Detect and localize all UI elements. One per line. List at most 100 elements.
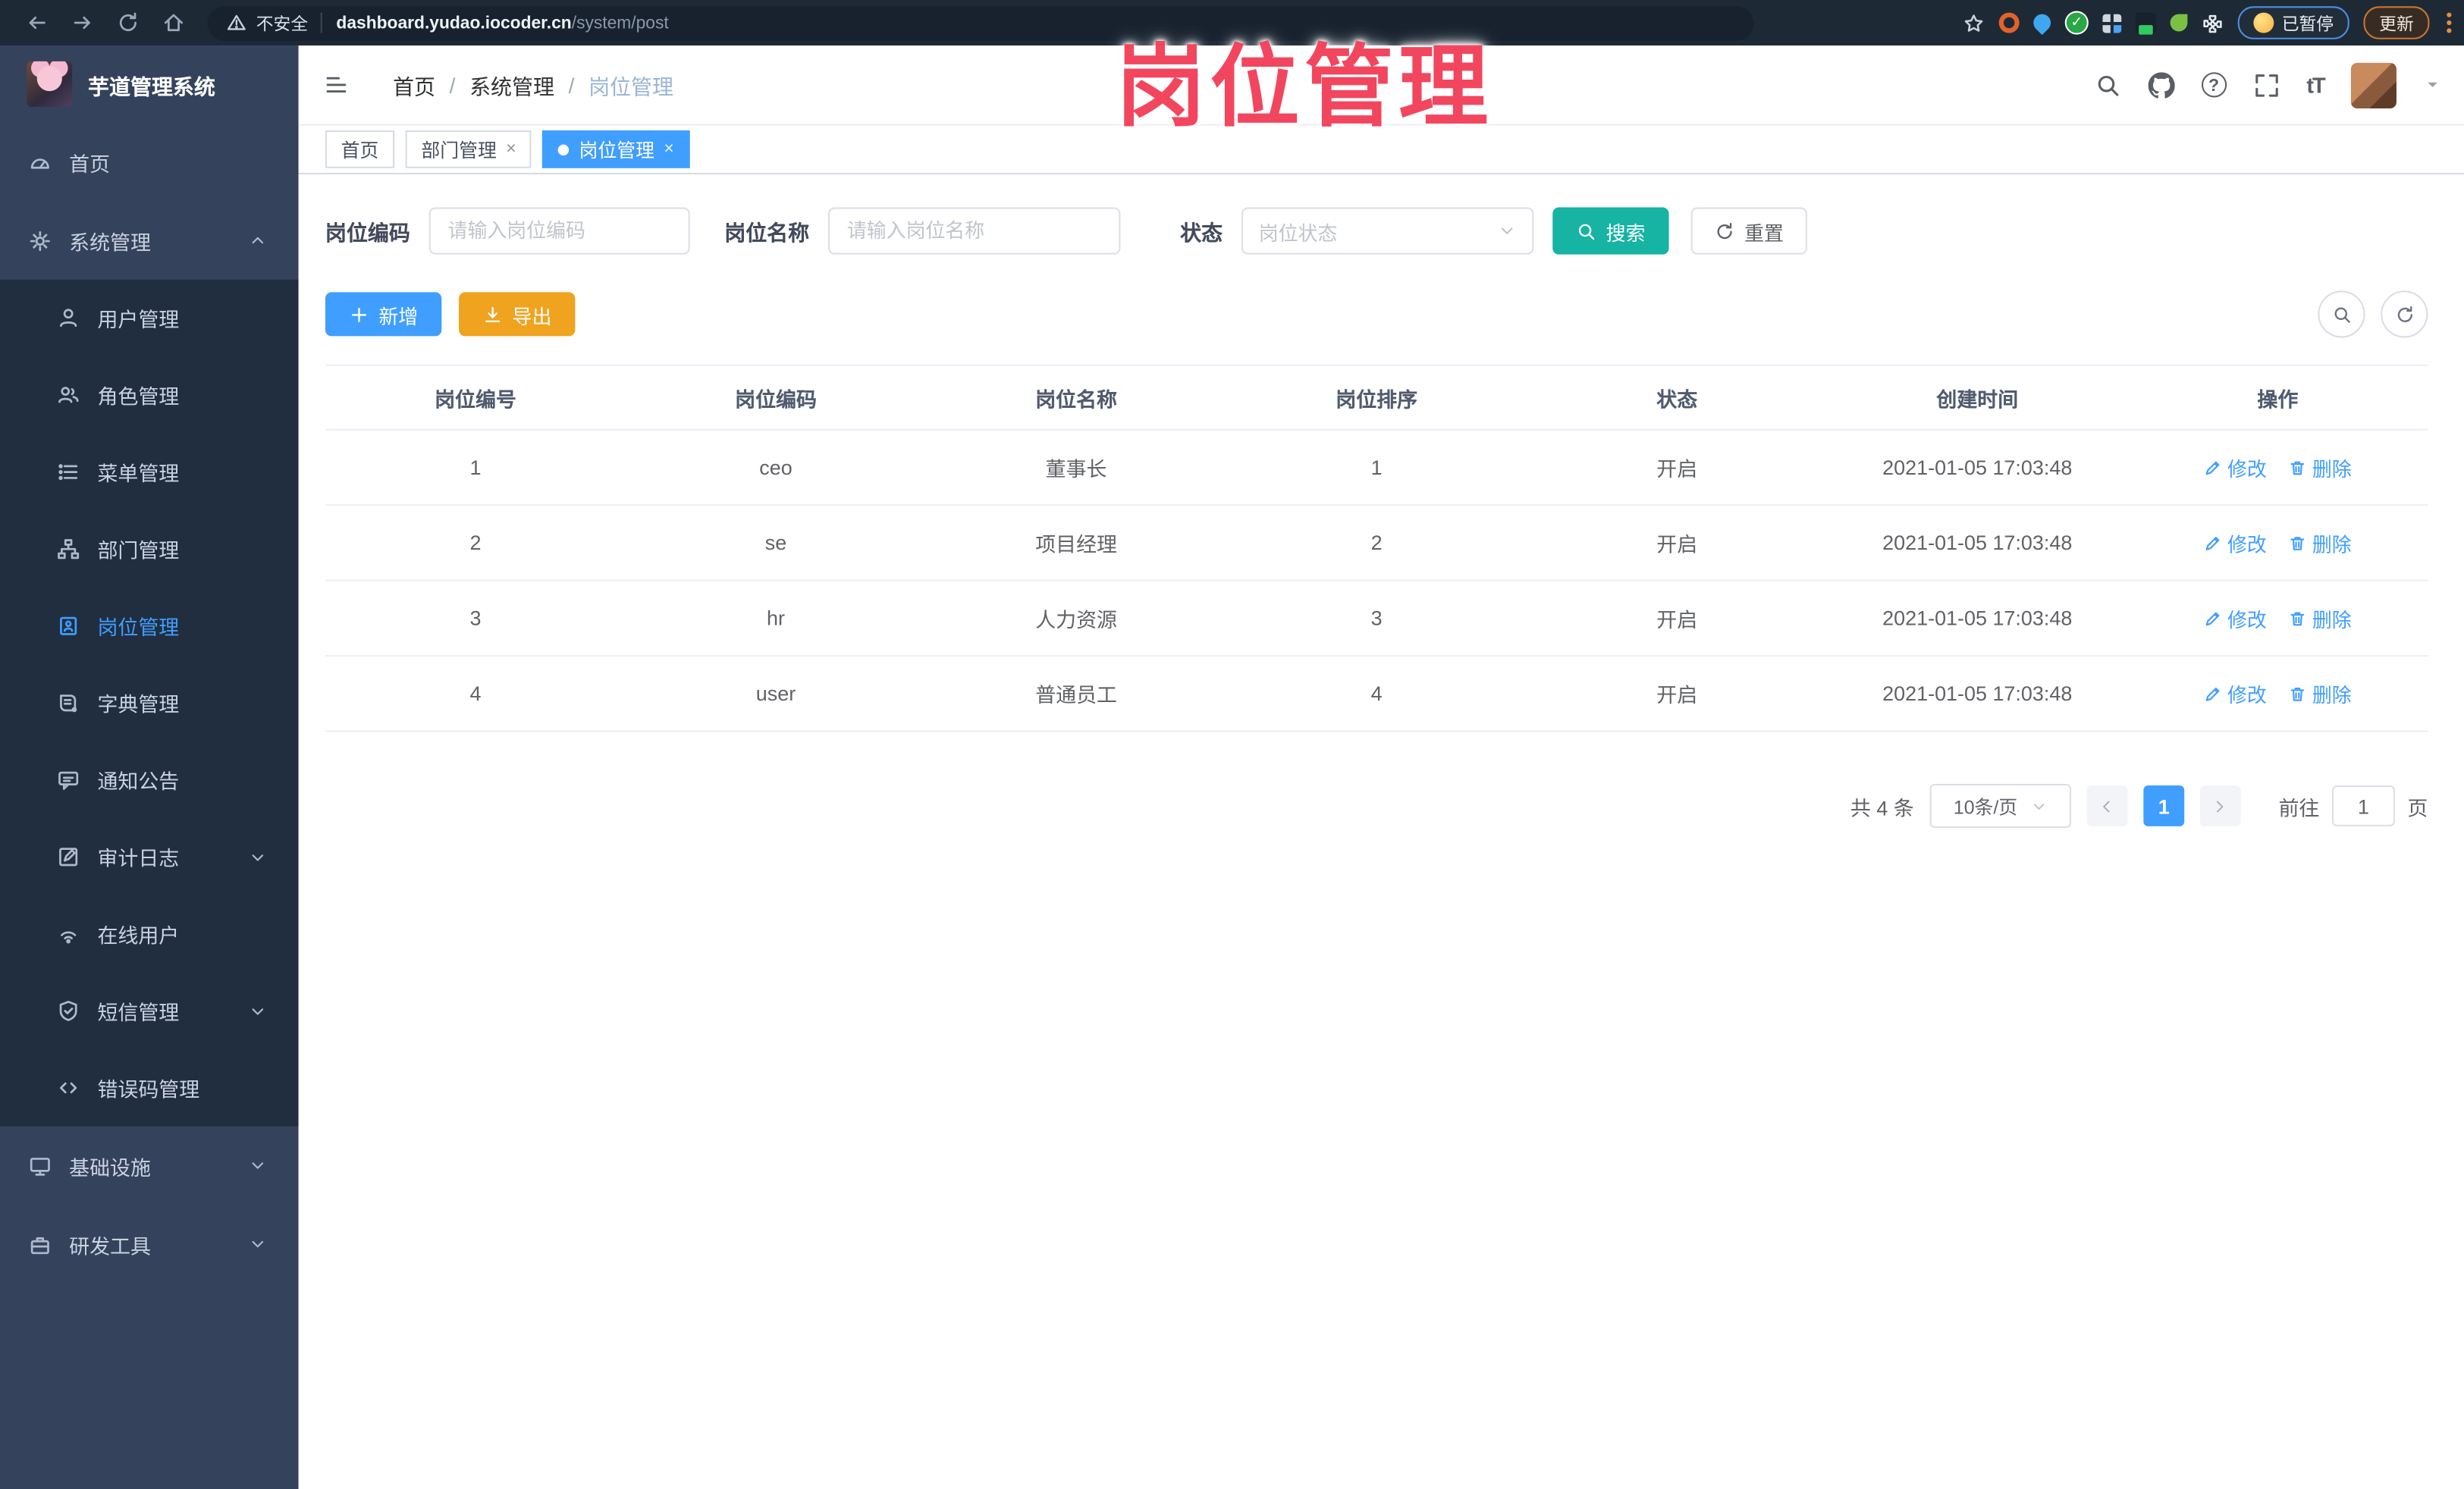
breadcrumb-home[interactable]: 首页 bbox=[393, 69, 435, 100]
goto-label: 前往 bbox=[2278, 795, 2320, 820]
table-row: 1 ceo 董事长 1 开启 2021-01-05 17:03:48 修改 删除 bbox=[325, 431, 2428, 506]
update-button[interactable]: 更新 bbox=[2363, 6, 2430, 39]
sidebar: 芋道管理系统 首页 系统管理 用户管理 角色管理 菜单管理 部门管理 岗位管理 … bbox=[0, 45, 299, 1489]
sidebar-item-roles[interactable]: 角色管理 bbox=[0, 356, 299, 434]
browser-menu-icon[interactable] bbox=[2447, 12, 2452, 33]
extension-grid-icon[interactable] bbox=[2102, 13, 2122, 33]
search-icon[interactable] bbox=[2095, 71, 2121, 98]
delete-link[interactable]: 删除 bbox=[2289, 453, 2352, 482]
edit-link[interactable]: 修改 bbox=[2204, 679, 2267, 708]
refresh-table-button[interactable] bbox=[2381, 290, 2428, 338]
trash-icon bbox=[2289, 684, 2308, 703]
sidebar-item-sms[interactable]: 短信管理 bbox=[0, 973, 299, 1050]
search-button[interactable]: 搜索 bbox=[1552, 207, 1669, 255]
edit-icon bbox=[2204, 458, 2223, 477]
edit-icon bbox=[2204, 533, 2223, 552]
app-navbar: 首页 / 系统管理 / 岗位管理 ? tT bbox=[298, 45, 2464, 126]
extension-check-icon[interactable]: ✓ bbox=[2064, 11, 2089, 35]
page-unit-label: 页 bbox=[2407, 795, 2428, 820]
help-icon[interactable]: ? bbox=[2201, 72, 2227, 98]
extensions-puzzle-icon[interactable] bbox=[2202, 12, 2224, 34]
status-text: 开启 bbox=[1656, 607, 1698, 632]
tab-posts[interactable]: 岗位管理 × bbox=[542, 130, 690, 168]
edit-link[interactable]: 修改 bbox=[2204, 603, 2267, 633]
app-logo[interactable]: 芋道管理系统 bbox=[0, 45, 299, 123]
security-label: 不安全 bbox=[256, 14, 309, 34]
extension-pin-icon[interactable] bbox=[2029, 10, 2054, 36]
goto-page-input[interactable] bbox=[2331, 785, 2395, 826]
sidebar-item-audit-log[interactable]: 审计日志 bbox=[0, 819, 299, 896]
refresh-icon bbox=[1715, 221, 1735, 241]
tab-departments[interactable]: 部门管理 × bbox=[405, 130, 532, 168]
chevron-down-icon bbox=[248, 848, 267, 867]
delete-link[interactable]: 删除 bbox=[2289, 603, 2352, 633]
sidebar-item-posts[interactable]: 岗位管理 bbox=[0, 588, 299, 665]
breadcrumb-current: 岗位管理 bbox=[589, 75, 673, 99]
sidebar-item-system[interactable]: 系统管理 bbox=[0, 201, 299, 280]
address-divider bbox=[320, 12, 322, 33]
avatar-caret-icon[interactable] bbox=[2423, 75, 2442, 94]
sidebar-item-home[interactable]: 首页 bbox=[0, 123, 299, 202]
delete-link[interactable]: 删除 bbox=[2289, 528, 2352, 557]
export-button[interactable]: 导出 bbox=[459, 292, 576, 337]
chevron-down-icon bbox=[2030, 798, 2048, 815]
page-size-select[interactable]: 10条/页 bbox=[1929, 783, 2071, 828]
logo-image bbox=[27, 61, 73, 107]
sidebar-item-notices[interactable]: 通知公告 bbox=[0, 741, 299, 819]
extension-orange-icon[interactable] bbox=[1998, 12, 2020, 33]
sidebar-item-dev-tools[interactable]: 研发工具 bbox=[0, 1205, 299, 1284]
breadcrumb-system[interactable]: 系统管理 bbox=[469, 69, 554, 100]
sidebar-item-online-users[interactable]: 在线用户 bbox=[0, 895, 299, 973]
log-icon bbox=[57, 845, 80, 869]
status-select[interactable]: 岗位状态 bbox=[1241, 207, 1534, 255]
fullscreen-icon[interactable] bbox=[2253, 71, 2280, 98]
table-toolbar: 新增 导出 bbox=[325, 290, 2428, 338]
chevron-down-icon bbox=[248, 1156, 267, 1175]
prev-page-button[interactable] bbox=[2086, 785, 2128, 826]
book-icon bbox=[57, 691, 80, 715]
post-code-input[interactable] bbox=[428, 207, 690, 255]
home-icon[interactable] bbox=[162, 11, 185, 35]
badge-icon bbox=[57, 614, 80, 638]
sidebar-item-error-codes[interactable]: 错误码管理 bbox=[0, 1049, 299, 1127]
post-name-label: 岗位名称 bbox=[724, 221, 810, 246]
close-icon[interactable]: × bbox=[506, 139, 516, 158]
download-icon bbox=[482, 304, 503, 324]
active-dot-icon bbox=[558, 143, 570, 155]
tab-home[interactable]: 首页 bbox=[325, 130, 395, 168]
back-icon[interactable] bbox=[25, 11, 49, 35]
next-page-button[interactable] bbox=[2199, 785, 2241, 826]
sidebar-item-infrastructure[interactable]: 基础设施 bbox=[0, 1127, 299, 1205]
browser-toolbar: 不安全 dashboard.yudao.iocoder.cn/system/po… bbox=[0, 0, 2464, 46]
table-row: 4 user 普通员工 4 开启 2021-01-05 17:03:48 修改 … bbox=[325, 657, 2428, 732]
edit-link[interactable]: 修改 bbox=[2204, 528, 2267, 557]
forward-icon[interactable] bbox=[71, 11, 94, 35]
post-name-input[interactable] bbox=[827, 207, 1121, 255]
edit-link[interactable]: 修改 bbox=[2204, 453, 2267, 482]
sidebar-toggle-icon[interactable] bbox=[322, 72, 350, 97]
github-icon[interactable] bbox=[2148, 71, 2174, 98]
delete-link[interactable]: 删除 bbox=[2289, 679, 2352, 708]
page-number-button[interactable]: 1 bbox=[2143, 785, 2185, 826]
user-avatar[interactable] bbox=[2350, 61, 2397, 108]
extension-crm-icon[interactable] bbox=[2135, 12, 2156, 35]
add-button[interactable]: 新增 bbox=[325, 292, 442, 337]
address-bar[interactable]: 不安全 dashboard.yudao.iocoder.cn/system/po… bbox=[207, 5, 1754, 40]
toggle-search-button[interactable] bbox=[2318, 290, 2365, 338]
status-label: 状态 bbox=[1180, 221, 1223, 246]
reset-button[interactable]: 重置 bbox=[1690, 207, 1807, 255]
extension-leaf-icon[interactable] bbox=[2170, 14, 2188, 32]
sidebar-item-departments[interactable]: 部门管理 bbox=[0, 510, 299, 588]
sidebar-item-menus[interactable]: 菜单管理 bbox=[0, 434, 299, 511]
close-icon[interactable]: × bbox=[664, 139, 673, 158]
bookmark-star-icon[interactable] bbox=[1963, 12, 1985, 34]
reload-icon[interactable] bbox=[116, 11, 140, 35]
sidebar-item-dictionary[interactable]: 字典管理 bbox=[0, 664, 299, 741]
app-title: 芋道管理系统 bbox=[88, 74, 215, 99]
chevron-down-icon bbox=[248, 1235, 267, 1254]
font-size-icon[interactable]: tT bbox=[2306, 72, 2325, 97]
sidebar-item-users[interactable]: 用户管理 bbox=[0, 280, 299, 357]
refresh-icon bbox=[2394, 304, 2415, 324]
search-icon bbox=[2331, 304, 2352, 324]
paused-badge[interactable]: 已暂停 bbox=[2237, 6, 2349, 39]
